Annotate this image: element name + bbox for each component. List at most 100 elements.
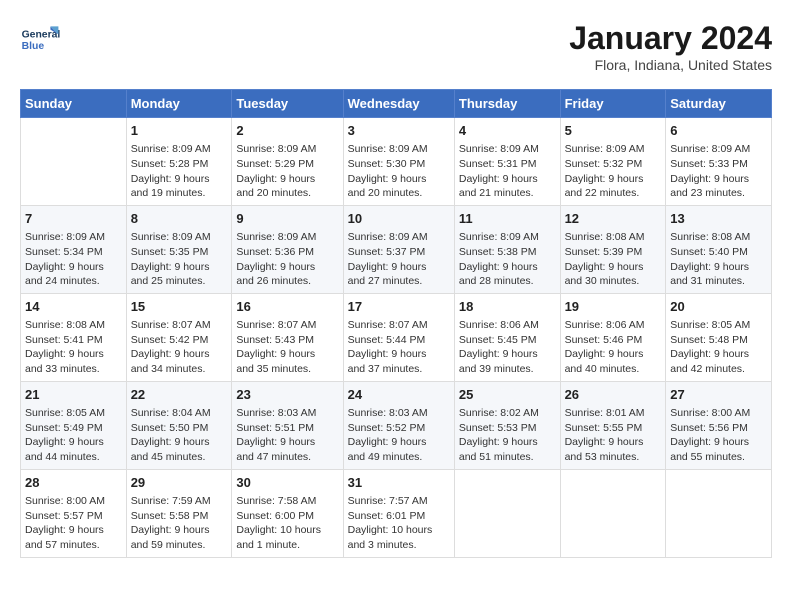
calendar-cell: 30 Sunrise: 7:58 AMSunset: 6:00 PMDayligh… bbox=[232, 469, 343, 557]
calendar-cell: 11 Sunrise: 8:09 AMSunset: 5:38 PMDayligh… bbox=[454, 205, 560, 293]
calendar-cell bbox=[666, 469, 772, 557]
calendar-subtitle: Flora, Indiana, United States bbox=[569, 57, 772, 73]
day-number: 29 bbox=[131, 474, 228, 492]
calendar-cell: 12Sunrise: 8:08 AMSunset: 5:39 PMDayligh… bbox=[560, 205, 666, 293]
calendar-cell: 9Sunrise: 8:09 AMSunset: 5:36 PMDaylight… bbox=[232, 205, 343, 293]
day-info: Sunrise: 8:09 AMSunset: 5:37 PMDaylight:… bbox=[348, 230, 450, 289]
day-info: Sunrise: 8:06 AMSunset: 5:46 PMDaylight:… bbox=[565, 318, 662, 377]
calendar-cell bbox=[560, 469, 666, 557]
day-number: 5 bbox=[565, 122, 662, 140]
week-row-1: 1 Sunrise: 8:09 AMSunset: 5:28 PMDaylight… bbox=[21, 118, 772, 206]
day-number: 1 bbox=[131, 122, 228, 140]
day-info: Sunrise: 7:58 AMSunset: 6:00 PMDaylight:… bbox=[236, 494, 338, 553]
day-number: 9 bbox=[236, 210, 338, 228]
calendar-cell: 27 Sunrise: 8:00 AMSunset: 5:56 PMDayligh… bbox=[666, 381, 772, 469]
calendar-cell: 19 Sunrise: 8:06 AMSunset: 5:46 PMDayligh… bbox=[560, 293, 666, 381]
day-number: 8 bbox=[131, 210, 228, 228]
day-info: Sunrise: 8:00 AMSunset: 5:56 PMDaylight:… bbox=[670, 406, 767, 465]
day-info: Sunrise: 8:03 AMSunset: 5:51 PMDaylight:… bbox=[236, 406, 338, 465]
day-info: Sunrise: 8:01 AMSunset: 5:55 PMDaylight:… bbox=[565, 406, 662, 465]
calendar-cell: 15 Sunrise: 8:07 AMSunset: 5:42 PMDayligh… bbox=[126, 293, 232, 381]
day-number: 13 bbox=[670, 210, 767, 228]
day-info: Sunrise: 8:09 AMSunset: 5:35 PMDaylight:… bbox=[131, 230, 228, 289]
header-tuesday: Tuesday bbox=[232, 90, 343, 118]
day-number: 2 bbox=[236, 122, 338, 140]
calendar-cell bbox=[454, 469, 560, 557]
day-number: 14 bbox=[25, 298, 122, 316]
day-number: 11 bbox=[459, 210, 556, 228]
day-info: Sunrise: 8:02 AMSunset: 5:53 PMDaylight:… bbox=[459, 406, 556, 465]
day-number: 4 bbox=[459, 122, 556, 140]
calendar-cell: 5 Sunrise: 8:09 AMSunset: 5:32 PMDaylight… bbox=[560, 118, 666, 206]
calendar-cell: 7 Sunrise: 8:09 AMSunset: 5:34 PMDaylight… bbox=[21, 205, 127, 293]
day-number: 22 bbox=[131, 386, 228, 404]
calendar-cell: 8 Sunrise: 8:09 AMSunset: 5:35 PMDaylight… bbox=[126, 205, 232, 293]
calendar-cell: 6 Sunrise: 8:09 AMSunset: 5:33 PMDaylight… bbox=[666, 118, 772, 206]
calendar-cell: 24 Sunrise: 8:03 AMSunset: 5:52 PMDayligh… bbox=[343, 381, 454, 469]
day-number: 28 bbox=[25, 474, 122, 492]
week-row-2: 7 Sunrise: 8:09 AMSunset: 5:34 PMDaylight… bbox=[21, 205, 772, 293]
day-info: Sunrise: 8:09 AMSunset: 5:30 PMDaylight:… bbox=[348, 142, 450, 201]
day-number: 23 bbox=[236, 386, 338, 404]
day-number: 18 bbox=[459, 298, 556, 316]
day-info: Sunrise: 8:05 AMSunset: 5:49 PMDaylight:… bbox=[25, 406, 122, 465]
week-row-3: 14Sunrise: 8:08 AMSunset: 5:41 PMDayligh… bbox=[21, 293, 772, 381]
week-row-5: 28 Sunrise: 8:00 AMSunset: 5:57 PMDayligh… bbox=[21, 469, 772, 557]
day-number: 27 bbox=[670, 386, 767, 404]
day-number: 15 bbox=[131, 298, 228, 316]
day-info: Sunrise: 8:05 AMSunset: 5:48 PMDaylight:… bbox=[670, 318, 767, 377]
day-number: 31 bbox=[348, 474, 450, 492]
day-number: 6 bbox=[670, 122, 767, 140]
day-info: Sunrise: 8:09 AMSunset: 5:34 PMDaylight:… bbox=[25, 230, 122, 289]
calendar-cell: 26Sunrise: 8:01 AMSunset: 5:55 PMDayligh… bbox=[560, 381, 666, 469]
calendar-cell: 29 Sunrise: 7:59 AMSunset: 5:58 PMDayligh… bbox=[126, 469, 232, 557]
day-number: 30 bbox=[236, 474, 338, 492]
day-info: Sunrise: 7:59 AMSunset: 5:58 PMDaylight:… bbox=[131, 494, 228, 553]
title-block: January 2024 Flora, Indiana, United Stat… bbox=[569, 20, 772, 73]
day-number: 21 bbox=[25, 386, 122, 404]
calendar-cell bbox=[21, 118, 127, 206]
day-info: Sunrise: 8:09 AMSunset: 5:29 PMDaylight:… bbox=[236, 142, 338, 201]
day-info: Sunrise: 8:08 AMSunset: 5:39 PMDaylight:… bbox=[565, 230, 662, 289]
day-info: Sunrise: 8:08 AMSunset: 5:40 PMDaylight:… bbox=[670, 230, 767, 289]
calendar-cell: 3 Sunrise: 8:09 AMSunset: 5:30 PMDaylight… bbox=[343, 118, 454, 206]
day-info: Sunrise: 8:09 AMSunset: 5:32 PMDaylight:… bbox=[565, 142, 662, 201]
day-number: 19 bbox=[565, 298, 662, 316]
day-info: Sunrise: 8:09 AMSunset: 5:38 PMDaylight:… bbox=[459, 230, 556, 289]
calendar-cell: 31 Sunrise: 7:57 AMSunset: 6:01 PMDayligh… bbox=[343, 469, 454, 557]
day-number: 10 bbox=[348, 210, 450, 228]
svg-text:Blue: Blue bbox=[22, 41, 45, 52]
day-info: Sunrise: 8:07 AMSunset: 5:43 PMDaylight:… bbox=[236, 318, 338, 377]
calendar-cell: 1 Sunrise: 8:09 AMSunset: 5:28 PMDaylight… bbox=[126, 118, 232, 206]
day-info: Sunrise: 8:09 AMSunset: 5:28 PMDaylight:… bbox=[131, 142, 228, 201]
calendar-title: January 2024 bbox=[569, 20, 772, 57]
day-info: Sunrise: 8:09 AMSunset: 5:33 PMDaylight:… bbox=[670, 142, 767, 201]
calendar-cell: 16Sunrise: 8:07 AMSunset: 5:43 PMDayligh… bbox=[232, 293, 343, 381]
day-number: 24 bbox=[348, 386, 450, 404]
day-info: Sunrise: 7:57 AMSunset: 6:01 PMDaylight:… bbox=[348, 494, 450, 553]
calendar-cell: 21 Sunrise: 8:05 AMSunset: 5:49 PMDayligh… bbox=[21, 381, 127, 469]
day-number: 3 bbox=[348, 122, 450, 140]
calendar-cell: 2 Sunrise: 8:09 AMSunset: 5:29 PMDaylight… bbox=[232, 118, 343, 206]
header-thursday: Thursday bbox=[454, 90, 560, 118]
day-info: Sunrise: 8:07 AMSunset: 5:44 PMDaylight:… bbox=[348, 318, 450, 377]
calendar-cell: 28 Sunrise: 8:00 AMSunset: 5:57 PMDayligh… bbox=[21, 469, 127, 557]
calendar-cell: 17 Sunrise: 8:07 AMSunset: 5:44 PMDayligh… bbox=[343, 293, 454, 381]
calendar-cell: 13 Sunrise: 8:08 AMSunset: 5:40 PMDayligh… bbox=[666, 205, 772, 293]
day-info: Sunrise: 8:06 AMSunset: 5:45 PMDaylight:… bbox=[459, 318, 556, 377]
header-monday: Monday bbox=[126, 90, 232, 118]
calendar-header-row: SundayMondayTuesdayWednesdayThursdayFrid… bbox=[21, 90, 772, 118]
calendar-cell: 10 Sunrise: 8:09 AMSunset: 5:37 PMDayligh… bbox=[343, 205, 454, 293]
day-number: 7 bbox=[25, 210, 122, 228]
week-row-4: 21 Sunrise: 8:05 AMSunset: 5:49 PMDayligh… bbox=[21, 381, 772, 469]
day-info: Sunrise: 8:03 AMSunset: 5:52 PMDaylight:… bbox=[348, 406, 450, 465]
day-number: 17 bbox=[348, 298, 450, 316]
calendar-cell: 25Sunrise: 8:02 AMSunset: 5:53 PMDayligh… bbox=[454, 381, 560, 469]
day-number: 20 bbox=[670, 298, 767, 316]
header-wednesday: Wednesday bbox=[343, 90, 454, 118]
day-info: Sunrise: 8:00 AMSunset: 5:57 PMDaylight:… bbox=[25, 494, 122, 553]
calendar-table: SundayMondayTuesdayWednesdayThursdayFrid… bbox=[20, 89, 772, 558]
day-info: Sunrise: 8:07 AMSunset: 5:42 PMDaylight:… bbox=[131, 318, 228, 377]
header-friday: Friday bbox=[560, 90, 666, 118]
calendar-cell: 18 Sunrise: 8:06 AMSunset: 5:45 PMDayligh… bbox=[454, 293, 560, 381]
